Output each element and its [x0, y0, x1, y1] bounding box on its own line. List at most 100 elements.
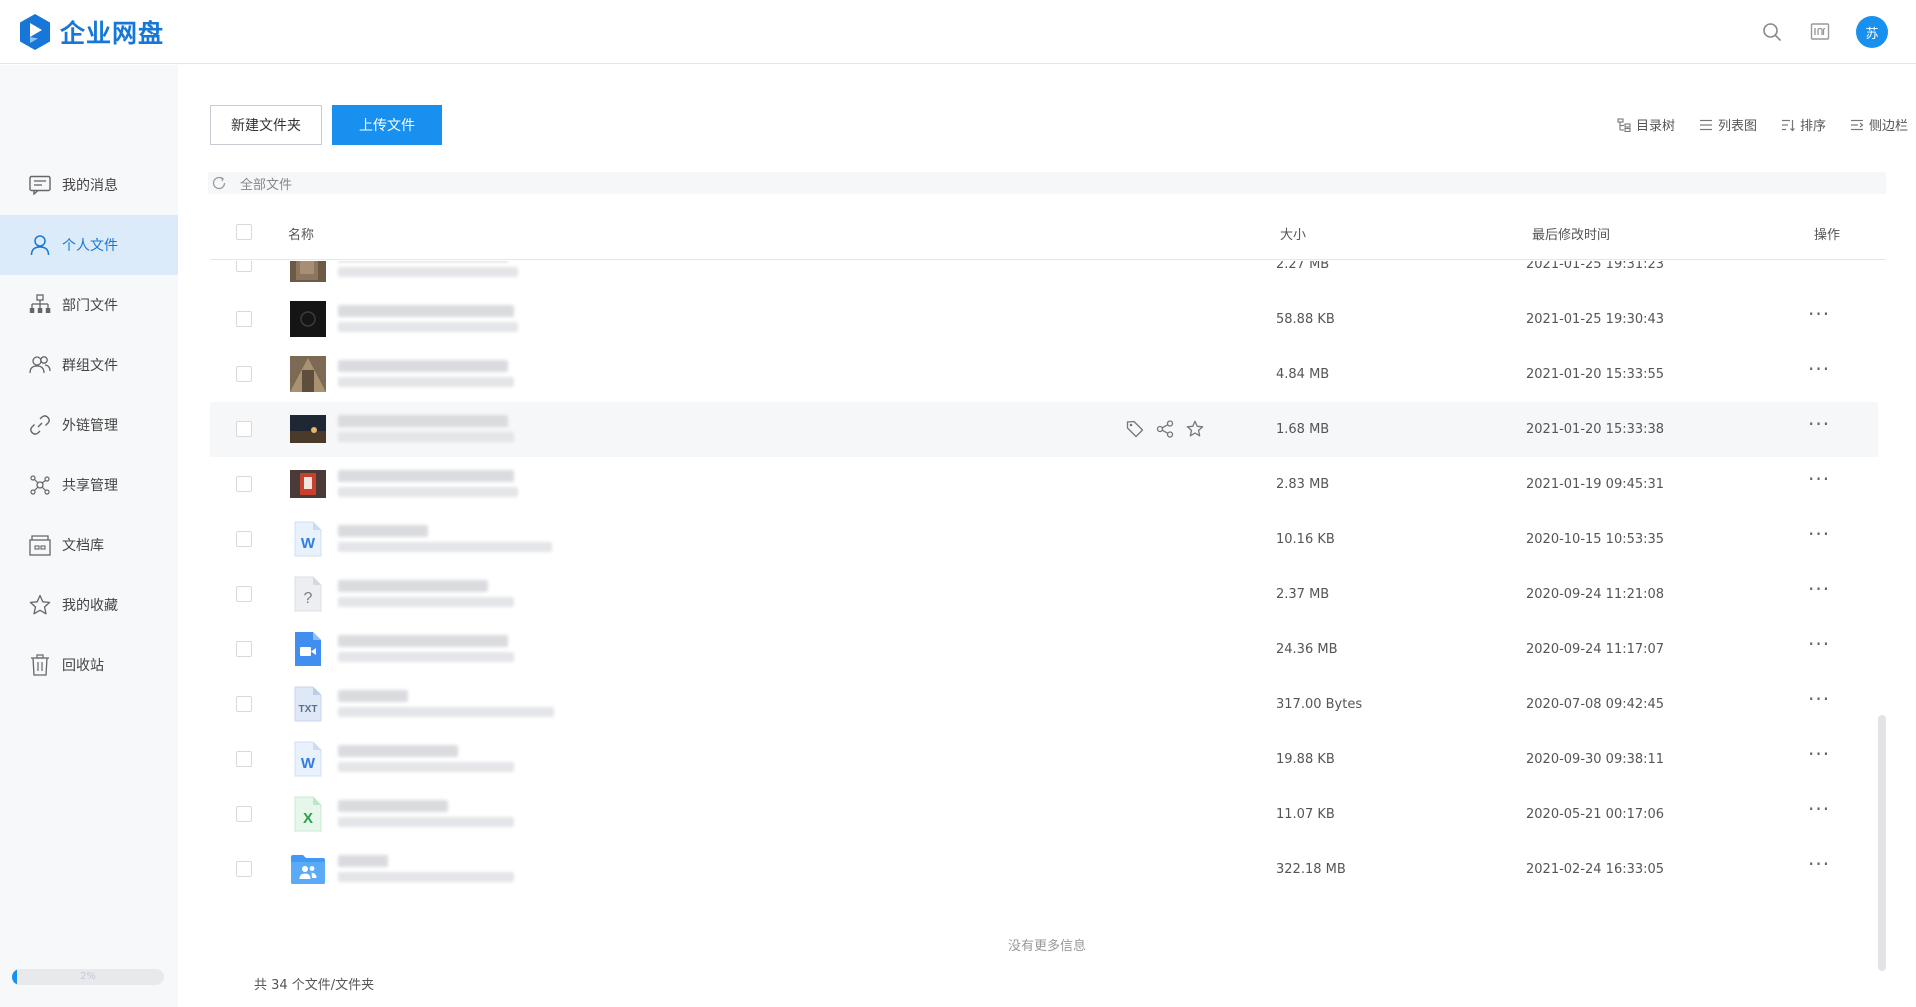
sort-button[interactable]: 排序 — [1781, 115, 1826, 134]
row-checkbox[interactable] — [236, 861, 252, 877]
file-size: 10.16 KB — [1276, 532, 1335, 547]
more-actions-icon[interactable]: ··· — [1808, 634, 1830, 654]
upload-file-button[interactable]: 上传文件 — [332, 105, 442, 145]
more-actions-icon[interactable]: ··· — [1808, 744, 1830, 764]
breadcrumb-all-files[interactable]: 全部文件 — [240, 174, 292, 193]
sidebar-item-personal-files[interactable]: 个人文件 — [0, 215, 178, 275]
more-actions-icon[interactable]: ··· — [1808, 359, 1830, 379]
svg-text:W: W — [301, 535, 316, 552]
more-actions-icon[interactable]: ··· — [1808, 261, 1830, 269]
storage-usage-bar: 2% — [12, 969, 164, 985]
search-icon[interactable] — [1760, 20, 1784, 44]
row-checkbox[interactable] — [236, 806, 252, 822]
more-actions-icon[interactable]: ··· — [1808, 469, 1830, 489]
svg-text:TXT: TXT — [299, 704, 318, 715]
user-avatar[interactable]: 苏 — [1856, 16, 1888, 48]
sidebar-item-document-library[interactable]: 文档库 — [0, 515, 178, 575]
file-size: 4.84 MB — [1276, 367, 1330, 382]
more-actions-icon[interactable]: ··· — [1808, 579, 1830, 599]
row-checkbox[interactable] — [236, 641, 252, 657]
app-logo[interactable]: 企业网盘 — [18, 13, 164, 51]
sidebar-item-recycle-bin[interactable]: 回收站 — [0, 635, 178, 695]
file-size: 24.36 MB — [1276, 642, 1338, 657]
image-file-icon — [290, 356, 326, 392]
table-row[interactable]: X 11.07 KB 2020-05-21 00:17:06 ··· — [210, 787, 1878, 842]
sidebar-item-label: 外链管理 — [62, 418, 118, 434]
column-name-header[interactable]: 名称 — [288, 224, 314, 243]
sidebar-item-group-files[interactable]: 群组文件 — [0, 335, 178, 395]
row-checkbox[interactable] — [236, 311, 252, 327]
refresh-icon[interactable] — [208, 172, 230, 194]
table-header: 名称 大小 最后修改时间 操作 — [210, 206, 1886, 260]
table-row[interactable]: 2.83 MB 2021-01-19 09:45:31 ··· — [210, 457, 1878, 512]
row-checkbox[interactable] — [236, 261, 252, 272]
sidebar-item-label: 群组文件 — [62, 358, 118, 374]
row-checkbox[interactable] — [236, 421, 252, 437]
message-icon — [28, 173, 52, 197]
table-row[interactable]: 1.68 MB 2021-01-20 15:33:38 ··· — [210, 402, 1878, 457]
favorite-star-icon[interactable] — [1184, 418, 1206, 440]
more-actions-icon[interactable]: ··· — [1808, 304, 1830, 324]
more-actions-icon[interactable]: ··· — [1808, 854, 1830, 874]
table-row[interactable]: W 10.16 KB 2020-10-15 10:53:35 ··· — [210, 512, 1878, 567]
file-size: 322.18 MB — [1276, 862, 1346, 877]
table-row[interactable]: ? 2.37 MB 2020-09-24 11:21:08 ··· — [210, 567, 1878, 622]
table-row[interactable]: 322.18 MB 2021-02-24 16:33:05 ··· — [210, 842, 1878, 886]
more-actions-icon[interactable]: ··· — [1808, 689, 1830, 709]
app-header: 企业网盘 苏 — [0, 0, 1916, 64]
logo-icon — [20, 14, 50, 50]
sidebar-item-share-management[interactable]: 共享管理 — [0, 455, 178, 515]
file-size: 19.88 KB — [1276, 752, 1335, 767]
breadcrumb: 全部文件 — [208, 172, 1886, 194]
more-actions-icon[interactable]: ··· — [1808, 414, 1830, 434]
more-actions-icon[interactable]: ··· — [1808, 799, 1830, 819]
file-name-redacted — [338, 690, 408, 702]
total-count-text: 共 34 个文件/文件夹 — [254, 978, 375, 993]
table-row[interactable]: 4.84 MB 2021-01-20 15:33:55 ··· — [210, 347, 1878, 402]
row-checkbox[interactable] — [236, 476, 252, 492]
sidebar-item-favorites[interactable]: 我的收藏 — [0, 575, 178, 635]
directory-tree-label: 目录树 — [1635, 119, 1675, 134]
row-checkbox[interactable] — [236, 751, 252, 767]
library-icon — [28, 533, 52, 557]
file-modified-time: 2021-01-25 19:31:23 — [1526, 261, 1665, 272]
list-view-icon — [1699, 119, 1712, 130]
scrollbar-thumb[interactable] — [1878, 715, 1886, 971]
row-checkbox[interactable] — [236, 366, 252, 382]
new-folder-button[interactable]: 新建文件夹 — [210, 105, 322, 145]
file-name-redacted — [338, 580, 488, 592]
trash-icon — [28, 653, 52, 677]
sort-icon — [1781, 119, 1795, 131]
table-row[interactable]: W 19.88 KB 2020-09-30 09:38:11 ··· — [210, 732, 1878, 787]
list-view-button[interactable]: 列表图 — [1699, 115, 1757, 134]
directory-tree-button[interactable]: 目录树 — [1617, 115, 1675, 134]
file-meta-redacted — [338, 597, 514, 607]
column-modified-header[interactable]: 最后修改时间 — [1532, 224, 1610, 243]
sidebar-item-messages[interactable]: 我的消息 — [0, 155, 178, 215]
row-checkbox[interactable] — [236, 531, 252, 547]
table-row[interactable]: 24.36 MB 2020-09-24 11:17:07 ··· — [210, 622, 1878, 677]
file-meta-redacted — [338, 542, 552, 552]
sidebar-item-department-files[interactable]: 部门文件 — [0, 275, 178, 335]
list-view-label: 列表图 — [1717, 119, 1757, 134]
share-icon[interactable] — [1154, 418, 1176, 440]
row-checkbox[interactable] — [236, 696, 252, 712]
app-name: 企业网盘 — [60, 19, 165, 48]
table-row[interactable]: 2.27 MB 2021-01-25 19:31:23 ··· — [210, 261, 1878, 292]
sidebar-toggle-button[interactable]: 侧边栏 — [1850, 115, 1908, 134]
star-icon — [28, 593, 52, 617]
table-row[interactable]: TXT 317.00 Bytes 2020-07-08 09:42:45 ··· — [210, 677, 1878, 732]
table-row[interactable]: 58.88 KB 2021-01-25 19:30:43 ··· — [210, 292, 1878, 347]
svg-text:?: ? — [304, 590, 313, 607]
file-name-redacted — [338, 525, 428, 537]
sidebar-item-link-management[interactable]: 外链管理 — [0, 395, 178, 455]
column-size-header[interactable]: 大小 — [1280, 224, 1306, 243]
select-all-checkbox[interactable] — [236, 224, 252, 240]
file-name-redacted — [338, 635, 508, 647]
row-checkbox[interactable] — [236, 586, 252, 602]
more-actions-icon[interactable]: ··· — [1808, 524, 1830, 544]
group-icon — [28, 353, 52, 377]
tag-icon[interactable] — [1124, 418, 1146, 440]
language-icon[interactable] — [1808, 20, 1832, 44]
file-modified-time: 2020-09-24 11:17:07 — [1526, 642, 1665, 657]
